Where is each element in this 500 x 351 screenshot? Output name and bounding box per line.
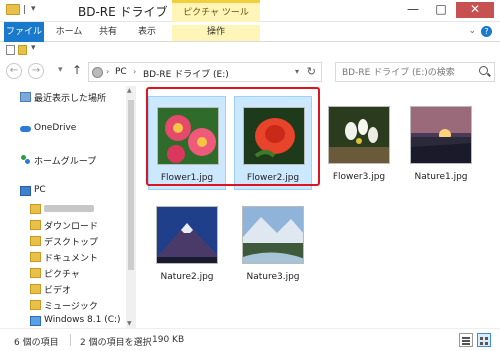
highlight-frame — [146, 87, 320, 186]
user-folder-icon — [30, 204, 41, 214]
breadcrumb-pc[interactable]: PC — [115, 67, 127, 77]
sidebar-item-label: Windows 8.1 (C:) — [44, 315, 121, 325]
recent-places-icon — [20, 92, 31, 102]
title-bar: ▾ BD-RE ドライブ (E:) ピクチャ ツール — □ ✕ — [0, 0, 500, 22]
help-icon[interactable]: ? — [481, 26, 492, 37]
folder-icon — [30, 220, 41, 230]
homegroup-icon — [20, 155, 31, 165]
scroll-up-icon[interactable]: ▲ — [127, 87, 132, 94]
folder-icon — [30, 236, 41, 246]
forward-button[interactable]: → — [28, 63, 44, 79]
up-button[interactable]: ↑ — [72, 63, 82, 77]
folder-icon — [30, 268, 41, 278]
file-item-nature2[interactable]: Nature2.jpg — [148, 196, 226, 290]
thumbnail-flower3 — [328, 106, 390, 164]
sidebar-item-label: 最近表示した場所 — [34, 94, 107, 104]
sidebar-item-label: OneDrive — [34, 123, 77, 133]
tab-file[interactable]: ファイル — [4, 22, 44, 42]
sidebar-item-label: ビデオ — [44, 286, 72, 296]
folder-icon — [30, 284, 41, 294]
breadcrumb-drive[interactable]: BD-RE ドライブ (E:) — [143, 67, 229, 80]
close-button[interactable]: ✕ — [456, 2, 494, 18]
maximize-button[interactable]: □ — [428, 2, 454, 18]
file-name: Nature2.jpg — [160, 272, 214, 282]
file-item-nature3[interactable]: Nature3.jpg — [234, 196, 312, 290]
file-name: Nature1.jpg — [414, 172, 468, 182]
quick-access-dropdown-icon[interactable]: ▾ — [31, 4, 41, 16]
customize-toolbar-icon[interactable]: ▾ — [31, 43, 36, 53]
sidebar-item-label: ダウンロード — [44, 222, 99, 232]
large-icons-view-button[interactable] — [477, 333, 491, 347]
sidebar-item-label: ホームグループ — [34, 157, 97, 167]
scrollbar-thumb[interactable] — [128, 100, 134, 270]
sidebar-item-label: PC — [34, 185, 46, 195]
navigation-bar: ← → ▾ ↑ › PC › BD-RE ドライブ (E:) ▾ ↻ — [0, 60, 500, 84]
search-icon[interactable] — [479, 66, 488, 75]
tab-manage[interactable]: 操作 — [172, 25, 260, 41]
status-divider — [70, 334, 71, 346]
thumbnail-nature1 — [410, 106, 472, 164]
sidebar-item-label: ドキュメント — [44, 254, 99, 264]
folder-icon — [30, 300, 41, 310]
search-input[interactable] — [342, 66, 472, 79]
refresh-button[interactable]: ↻ — [307, 65, 316, 78]
selection-count: 2 個の項目を選択 — [80, 338, 152, 348]
expand-ribbon-icon[interactable]: ⌄ — [468, 26, 476, 36]
breadcrumb-separator: › — [106, 67, 110, 76]
scroll-down-icon[interactable]: ▼ — [127, 320, 132, 327]
minimize-button[interactable]: — — [400, 2, 426, 18]
windows-drive-icon — [30, 316, 41, 326]
drive-icon — [92, 67, 103, 78]
file-item-flower3[interactable]: Flower3.jpg — [320, 96, 398, 190]
quick-access-toolbar: ▾ — [0, 42, 500, 58]
back-button[interactable]: ← — [6, 63, 22, 79]
recent-locations-dropdown[interactable]: ▾ — [58, 65, 63, 75]
navigation-pane-scrollbar[interactable]: ▲ ▼ — [126, 86, 136, 328]
thumbnail-nature3 — [242, 206, 304, 264]
sidebar-item-label: ミュージック — [44, 302, 98, 312]
picture-tools-label: ピクチャ ツール — [183, 8, 249, 18]
sidebar-item-label: ピクチャ — [44, 270, 80, 280]
new-folder-icon[interactable] — [18, 45, 27, 55]
quick-access-separator — [24, 5, 30, 14]
picture-tools-context-header: ピクチャ ツール — [172, 0, 260, 22]
address-bar[interactable]: › PC › BD-RE ドライブ (E:) ▾ ↻ — [88, 62, 322, 82]
selection-size: 190 KB — [152, 335, 185, 345]
folder-icon — [6, 4, 20, 15]
file-name: Flower3.jpg — [332, 172, 386, 182]
tab-share[interactable]: 共有 — [92, 25, 124, 41]
pc-icon — [20, 186, 31, 196]
search-box[interactable] — [335, 62, 495, 82]
item-count: 6 個の項目 — [14, 338, 59, 348]
file-name: Nature3.jpg — [246, 272, 300, 282]
thumbnail-nature2 — [156, 206, 218, 264]
window-controls: — □ ✕ — [400, 2, 494, 18]
properties-icon[interactable] — [6, 45, 15, 55]
redacted-label — [44, 205, 94, 212]
address-history-dropdown[interactable]: ▾ — [295, 67, 299, 76]
details-view-button[interactable] — [459, 333, 473, 347]
ribbon-tabs: ファイル ホーム 共有 表示 操作 ⌄ ? — [0, 22, 500, 42]
onedrive-icon — [20, 124, 31, 134]
navigation-pane: 最近表示した場所 OneDrive ホームグループ PC ダウンロード デスクト… — [0, 86, 136, 328]
sidebar-item-label: デスクトップ — [44, 238, 99, 248]
breadcrumb-separator: › — [133, 67, 137, 76]
folder-icon — [30, 252, 41, 262]
tab-home[interactable]: ホーム — [50, 25, 88, 41]
status-bar: 6 個の項目 2 個の項目を選択 190 KB — [0, 328, 500, 351]
tab-view[interactable]: 表示 — [130, 25, 164, 41]
file-item-nature1[interactable]: Nature1.jpg — [402, 96, 480, 190]
